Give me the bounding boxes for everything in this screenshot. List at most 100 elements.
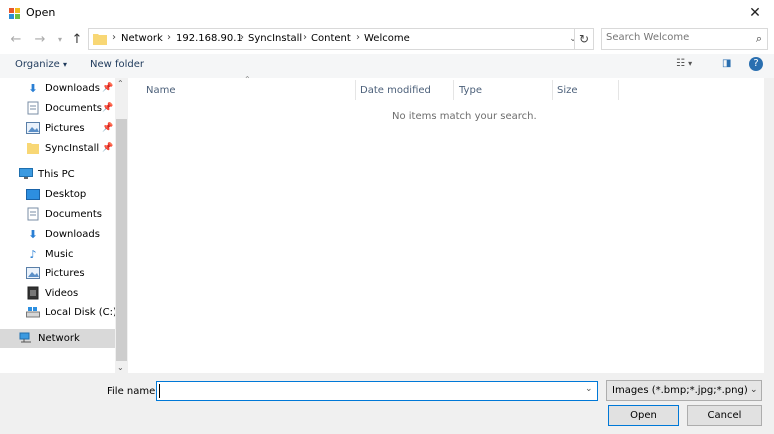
close-icon: ✕ [749,5,761,21]
breadcrumb-separator-icon: › [112,32,116,43]
chevron-down-icon: ▾ [63,60,68,69]
chevron-down-icon: ▾ [57,34,62,44]
file-type-filter[interactable]: Images (*.bmp;*.jpg;*.png) [606,380,762,401]
column-divider[interactable] [453,80,454,100]
file-list-pane[interactable] [128,78,774,373]
nav-item-label: Documents [45,102,103,114]
title-bar [0,0,774,26]
nav-item-label: This PC [38,168,75,180]
breadcrumb-separator-icon: › [303,32,307,43]
nav-item-label: Documents [45,208,103,220]
column-header-name[interactable]: Name [146,80,176,100]
nav-item-label: Videos [45,287,79,299]
nav-item-label: Pictures [45,122,85,134]
scroll-up-icon[interactable]: ⌃ [117,79,124,88]
search-icon[interactable]: ⌕ [756,32,762,46]
nav-this-pc[interactable]: This PC [19,164,75,184]
up-arrow-icon: ↑ [71,31,83,47]
navigation-pane: ⬇ Downloads 📌 Documents 📌 Pictures 📌 Sync… [0,78,128,373]
breadcrumb-separator-icon: › [356,32,360,43]
nav-item-label: Music [45,248,74,260]
chevron-down-icon: ⌄ [585,384,593,394]
nav-item-label: Desktop [45,188,87,200]
breadcrumb-content[interactable]: Content [311,33,351,44]
nav-pc-downloads[interactable]: ⬇ Downloads [26,224,100,244]
close-button[interactable]: ✕ [736,0,774,26]
nav-item-label: Downloads [45,82,100,94]
file-name-dropdown[interactable]: ⌄ [585,384,593,394]
chevron-down-icon[interactable]: ⌄ [750,385,758,395]
nav-item-label: Pictures [45,267,85,279]
back-button[interactable]: ← [6,29,26,49]
organize-button[interactable]: Organize ▾ [15,59,67,70]
open-button[interactable]: Open [608,405,679,426]
down-arrow-icon: ⬇ [28,227,38,241]
music-icon: ♪ [29,247,37,261]
nav-quick-pictures[interactable]: Pictures [26,118,85,138]
documents-icon [26,207,40,221]
nav-quick-syncinstall[interactable]: SyncInstall [26,138,99,158]
nav-pc-pictures[interactable]: Pictures [26,263,85,283]
file-name-label: File name: [107,386,159,397]
folder-icon [93,34,107,45]
column-header-size[interactable]: Size [557,80,578,100]
network-icon [19,331,33,345]
view-options-button[interactable]: ☷ ▾ [676,58,692,69]
address-bar[interactable]: › Network › 192.168.90.1 › SyncInstall ›… [88,28,575,50]
forward-arrow-icon: → [34,31,46,47]
preview-pane-icon: ◨ [722,58,732,69]
up-button[interactable]: ↑ [67,29,87,49]
column-divider[interactable] [355,80,356,100]
chevron-down-icon: ▾ [688,59,693,68]
nav-pc-desktop[interactable]: Desktop [26,184,86,204]
pin-icon: 📌 [102,103,114,113]
column-divider[interactable] [552,80,553,100]
back-arrow-icon: ← [10,31,22,47]
nav-item-label: Downloads [45,228,100,240]
nav-pc-videos[interactable]: Videos [26,283,78,303]
pin-icon: 📌 [102,143,114,153]
new-folder-button[interactable]: New folder [90,59,144,70]
documents-icon [26,101,40,115]
nav-scroll-thumb[interactable] [116,119,127,361]
scroll-down-icon[interactable]: ⌄ [117,363,124,372]
refresh-button[interactable]: ↻ [574,28,594,50]
nav-pc-documents[interactable]: Documents [26,204,102,224]
nav-pc-local-disk[interactable]: Local Disk (C:) [26,302,117,322]
text-caret [159,384,160,398]
column-header-date-modified[interactable]: Date modified [360,80,431,100]
nav-item-label: Local Disk (C:) [45,306,117,318]
folder-icon [26,141,40,155]
content-scrollbar[interactable] [764,78,774,373]
preview-pane-button[interactable]: ◨ [722,58,731,69]
forward-button[interactable]: → [30,29,50,49]
toolbar: Organize ▾ New folder ☷ ▾ ◨ ? [0,54,774,78]
window-title: Open [26,6,56,19]
desktop-icon [26,187,40,201]
nav-pc-music[interactable]: ♪ Music [26,244,73,264]
search-input[interactable] [606,32,746,43]
nav-network[interactable]: Network [19,328,80,348]
sort-ascending-icon: ⌃ [244,75,251,84]
nav-quick-downloads[interactable]: ⬇ Downloads [26,78,100,98]
breadcrumb-welcome[interactable]: Welcome [364,33,410,44]
file-name-input[interactable] [156,381,598,401]
empty-folder-message: No items match your search. [392,111,537,122]
column-header-type[interactable]: Type [459,80,482,100]
nav-quick-documents[interactable]: Documents [26,98,102,118]
column-divider[interactable] [618,80,619,100]
organize-label: Organize [15,59,60,70]
pin-icon: 📌 [102,123,114,133]
breadcrumb-network[interactable]: Network [121,33,163,44]
help-icon: ? [753,58,759,69]
cancel-button[interactable]: Cancel [687,405,762,426]
search-box[interactable]: ⌕ [601,28,768,50]
help-button[interactable]: ? [749,57,763,71]
file-type-filter-label: Images (*.bmp;*.jpg;*.png) [612,385,748,396]
view-list-icon: ☷ [676,58,685,69]
breadcrumb-ip[interactable]: 192.168.90.1 [176,33,243,44]
down-arrow-icon: ⬇ [28,81,38,95]
nav-item-label: Network [38,332,80,344]
breadcrumb-separator-icon: › [167,32,171,43]
breadcrumb-syncinstall[interactable]: SyncInstall [248,33,302,44]
